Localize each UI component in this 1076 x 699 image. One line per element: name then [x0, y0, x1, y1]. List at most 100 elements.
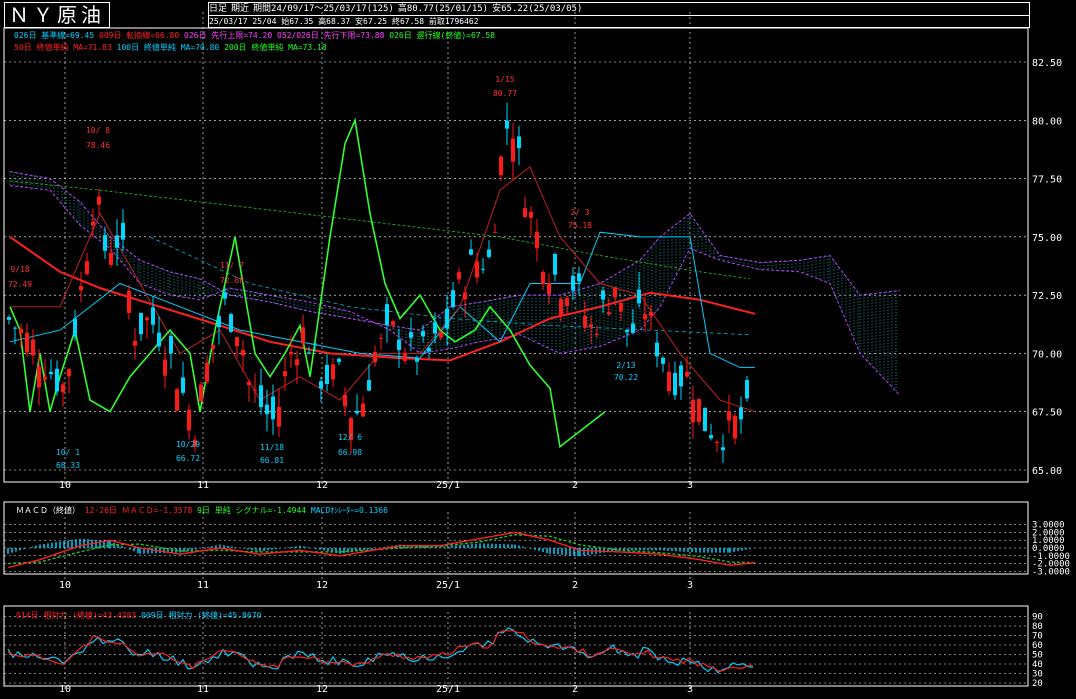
- candle-body: [493, 232, 497, 234]
- candle-body: [133, 340, 137, 346]
- rsi-tick-label: 30: [1032, 670, 1043, 680]
- x-tick-label: 12: [316, 580, 328, 591]
- candle-body: [655, 342, 659, 357]
- x-tick-label: 25/1: [436, 580, 460, 591]
- x-tick-label: 2: [572, 480, 578, 491]
- candle-body: [733, 415, 737, 439]
- candle-body: [319, 381, 323, 389]
- candle-body: [727, 411, 731, 421]
- x-tick-label: 25/1: [436, 684, 460, 695]
- candle-body: [229, 314, 233, 332]
- rsi-tick-label: 70: [1032, 632, 1043, 642]
- price-tick-label: 72.50: [1032, 291, 1062, 302]
- candle-body: [517, 136, 521, 149]
- candle-body: [355, 410, 359, 414]
- candle-body: [529, 211, 533, 218]
- price-tick-label: 82.50: [1032, 58, 1062, 69]
- candle-body: [631, 323, 635, 333]
- candle-body: [691, 399, 695, 423]
- candle-body: [607, 312, 611, 315]
- x-tick-label: 10: [59, 684, 71, 695]
- candle-body: [469, 249, 473, 255]
- annotation-date: 10/ 8: [86, 126, 110, 135]
- price-tick-label: 77.50: [1032, 175, 1062, 186]
- candle-body: [241, 349, 245, 356]
- x-tick-label: 3: [687, 480, 693, 491]
- x-tick-label: 12: [316, 684, 328, 695]
- macd-line: [7, 531, 756, 569]
- candle-body: [505, 120, 509, 129]
- annotation-date: 1/15: [495, 75, 514, 84]
- x-tick-label: 11: [197, 684, 209, 695]
- candle-body: [595, 333, 599, 335]
- candle-body: [151, 307, 155, 325]
- candle-body: [577, 273, 581, 282]
- annotation-date: 12/ 6: [338, 433, 362, 442]
- candle-body: [19, 328, 23, 334]
- candle-body: [97, 196, 101, 205]
- x-tick-label: 10: [59, 580, 71, 591]
- annotation-date: 2/ 3: [570, 208, 589, 217]
- rsi-panel-frame: [3, 605, 1029, 687]
- candle-body: [703, 407, 707, 432]
- candle-body: [331, 364, 335, 380]
- candle-body: [649, 311, 653, 316]
- candle-body: [463, 292, 467, 300]
- candle-body: [367, 379, 371, 391]
- candle-body: [7, 317, 11, 320]
- annotation-value: 66.81: [260, 456, 284, 465]
- candle-body: [55, 368, 59, 392]
- candle-body: [553, 254, 557, 275]
- chart-canvas[interactable]: 9/18 72.49 10/ 8 78.46 10/ 1 68.33 10/29 66.72 1…: [0, 0, 1076, 699]
- candle-body: [307, 352, 311, 354]
- candle-body: [91, 221, 95, 226]
- rsi-tick-label: 40: [1032, 660, 1043, 670]
- candle-body: [427, 348, 431, 352]
- candle-body: [547, 282, 551, 295]
- candle-body: [535, 231, 539, 249]
- annotation-date: 11/18: [260, 443, 284, 452]
- candle-body: [409, 332, 413, 338]
- candle-body: [685, 371, 689, 377]
- candle-body: [61, 384, 65, 393]
- price-tick-label: 80.00: [1032, 116, 1062, 127]
- rsi9-line: [7, 627, 754, 674]
- candle-body: [217, 316, 221, 328]
- annotation-date: 9/18: [10, 265, 29, 274]
- candle-body: [487, 249, 491, 257]
- x-tick-label: 3: [687, 684, 693, 695]
- candle-body: [373, 352, 377, 363]
- rsi-tick-label: 60: [1032, 641, 1043, 651]
- annotation-date: 2/13: [616, 361, 635, 370]
- annotation-value: 72.49: [8, 280, 32, 289]
- candle-body: [619, 303, 623, 312]
- x-tick-label: 2: [572, 684, 578, 695]
- candle-body: [625, 329, 629, 333]
- candle-body: [277, 406, 281, 427]
- candle-body: [403, 354, 407, 361]
- rsi-tick-label: 20: [1032, 679, 1043, 689]
- candle-body: [109, 252, 113, 265]
- candle-body: [259, 385, 263, 408]
- annotation-value: 68.33: [56, 461, 80, 470]
- candle-body: [385, 304, 389, 326]
- candle-body: [565, 297, 569, 306]
- candle-body: [31, 339, 35, 356]
- candle-body: [271, 396, 275, 420]
- candle-body: [73, 318, 77, 337]
- candle-body: [235, 337, 239, 347]
- candle-body: [499, 156, 503, 176]
- rsi-tick-label: 50: [1032, 651, 1043, 661]
- price-tick-label: 75.00: [1032, 233, 1062, 244]
- annotation-value: 78.46: [86, 141, 110, 150]
- candle-body: [415, 357, 419, 362]
- annotation-date: 11/ 7: [220, 261, 244, 270]
- candle-body: [145, 317, 149, 321]
- tenkan-line: [10, 166, 756, 413]
- candle-body: [511, 138, 515, 162]
- candle-body: [439, 332, 443, 338]
- candle-body: [433, 322, 437, 334]
- candle-body: [445, 308, 449, 329]
- rsi-tick-label: 80: [1032, 622, 1043, 632]
- candle-body: [301, 327, 305, 344]
